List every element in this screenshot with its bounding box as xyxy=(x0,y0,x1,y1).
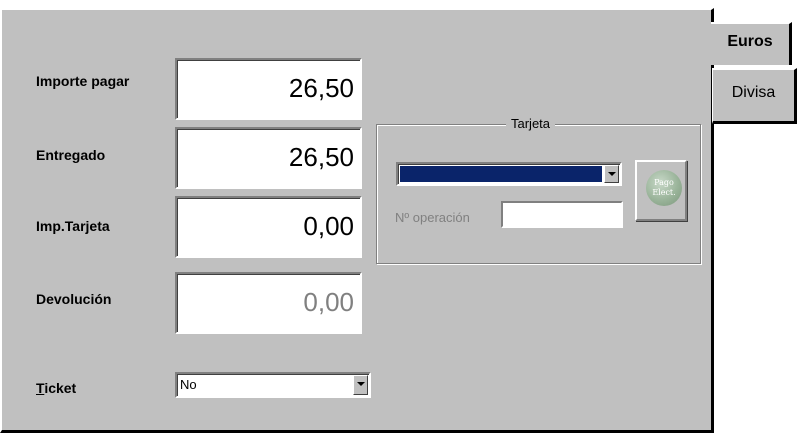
importe-pagar-label: Importe pagar xyxy=(36,73,130,89)
ticket-label-rest: icket xyxy=(44,380,77,396)
ticket-label: Ticket xyxy=(36,380,76,396)
operacion-input[interactable] xyxy=(501,201,623,228)
chevron-down-icon[interactable] xyxy=(353,375,368,395)
entregado-label: Entregado xyxy=(36,147,106,163)
ticket-select-value: No xyxy=(180,377,197,392)
pago-line1: Pago xyxy=(654,178,674,187)
tab-divisa[interactable]: Divisa xyxy=(712,68,797,124)
devolucion-field: 0,00 xyxy=(175,272,362,334)
card-type-select[interactable] xyxy=(396,162,622,186)
card-type-selection xyxy=(400,166,602,182)
imp-tarjeta-label: Imp.Tarjeta xyxy=(36,218,110,234)
imp-tarjeta-field[interactable]: 0,00 xyxy=(175,196,362,258)
pago-electronico-button[interactable]: Pago Elect. xyxy=(635,160,687,221)
tarjeta-groupbox: Tarjeta Nº operación Pago Elect. xyxy=(376,116,701,264)
ticket-select[interactable]: No xyxy=(175,372,371,398)
tab-euros[interactable]: Euros xyxy=(711,22,792,65)
operacion-label: Nº operación xyxy=(395,210,470,225)
devolucion-label: Devolución xyxy=(36,291,112,307)
pago-electronico-icon: Pago Elect. xyxy=(646,170,682,206)
tarjeta-title: Tarjeta xyxy=(506,116,556,131)
chevron-down-icon[interactable] xyxy=(604,165,619,183)
importe-pagar-field[interactable]: 26,50 xyxy=(175,58,362,120)
entregado-field[interactable]: 26,50 xyxy=(175,127,362,189)
pago-line2: Elect. xyxy=(652,188,676,197)
